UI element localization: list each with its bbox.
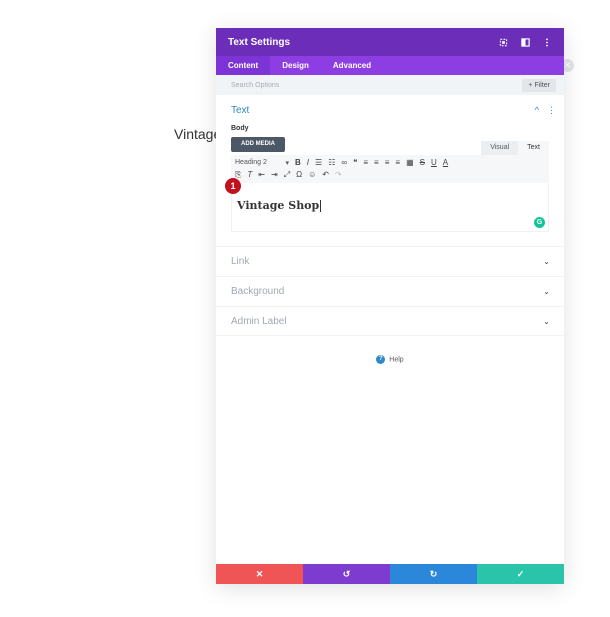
editor-mode-tabs: Visual Text: [481, 141, 549, 155]
table-icon[interactable]: ▦: [406, 157, 414, 169]
body-label: Body: [231, 125, 249, 132]
editor-toolbar: Heading 2 ▾ B I ☰ ☷ ∞ ❝ ≡ ≡ ≡ ≡ ▦ S U A ⎘…: [231, 155, 549, 183]
text-color-icon[interactable]: A: [443, 157, 448, 169]
undo-icon: ↺: [342, 568, 351, 579]
modal-tabs: Content Design Advanced: [216, 56, 564, 75]
tab-advanced[interactable]: Advanced: [321, 56, 383, 75]
settings-modal: Text Settings Content Design Advanced Se…: [216, 28, 564, 584]
chevron-down-icon[interactable]: ⌄: [543, 257, 550, 266]
undo-button[interactable]: ↺: [303, 564, 390, 584]
grammarly-icon[interactable]: G: [534, 217, 545, 228]
editor-top-bar: ADD MEDIA Visual Text: [216, 137, 564, 155]
editor-content-area[interactable]: 1 Vintage Shop G: [225, 178, 549, 232]
align-left-icon[interactable]: ≡: [363, 157, 368, 169]
align-center-icon[interactable]: ≡: [374, 157, 379, 169]
background-text: Vintage: [174, 126, 222, 142]
group-admin-label-label: Admin Label: [231, 315, 287, 327]
modal-header: Text Settings: [216, 28, 564, 56]
help-link[interactable]: ? Help: [216, 355, 564, 364]
italic-icon[interactable]: I: [307, 157, 309, 169]
format-select[interactable]: Heading 2 ▾: [235, 159, 289, 167]
emoji-icon[interactable]: ☺: [308, 169, 316, 181]
filter-button[interactable]: + Filter: [522, 78, 556, 92]
text-section-title: Text: [231, 104, 250, 116]
redo-icon: ↻: [429, 568, 438, 579]
sidebar-icon[interactable]: [520, 37, 530, 47]
strikethrough-icon[interactable]: S: [420, 157, 425, 169]
modal-title: Text Settings: [228, 36, 291, 48]
tab-content[interactable]: Content: [216, 56, 271, 75]
cancel-button[interactable]: ✕: [216, 564, 303, 584]
chevron-up-icon[interactable]: ^: [535, 105, 539, 115]
numbered-list-icon[interactable]: ☷: [328, 157, 335, 169]
omega-icon[interactable]: Ω: [296, 169, 302, 181]
chevron-down-icon[interactable]: ⌄: [543, 317, 550, 326]
underline-icon[interactable]: U: [431, 157, 437, 169]
group-link[interactable]: Link ⌄: [216, 246, 564, 276]
group-background[interactable]: Background ⌄: [216, 276, 564, 306]
group-admin-label[interactable]: Admin Label ⌄: [216, 306, 564, 336]
close-icon: ✕: [255, 568, 264, 579]
group-link-label: Link: [231, 256, 250, 267]
indent-icon[interactable]: ⇥: [271, 169, 278, 181]
dropdown-icon: ▾: [285, 160, 289, 167]
help-label: Help: [389, 356, 404, 364]
text-caret: [320, 200, 322, 212]
justify-icon[interactable]: ≡: [395, 157, 400, 169]
text-section-header[interactable]: Text ^ ⋮: [216, 95, 564, 125]
outdent-icon[interactable]: ⇤: [258, 169, 265, 181]
format-select-value: Heading 2: [235, 159, 267, 166]
heading-text: Vintage Shop: [237, 199, 320, 212]
fullscreen-icon[interactable]: ⤢: [284, 169, 290, 181]
bullet-list-icon[interactable]: ☰: [315, 157, 322, 169]
quote-icon[interactable]: ❝: [353, 157, 357, 169]
visual-tab[interactable]: Visual: [481, 141, 519, 155]
save-button[interactable]: ✓: [477, 564, 564, 584]
redo-editor-icon[interactable]: ↷: [335, 169, 342, 181]
link-icon[interactable]: ∞: [341, 157, 347, 169]
text-tab[interactable]: Text: [518, 141, 549, 155]
modal-footer: ✕ ↺ ↻ ✓: [216, 564, 564, 584]
chevron-down-icon[interactable]: ⌄: [543, 287, 550, 296]
help-icon: ?: [376, 355, 386, 364]
step-badge: 1: [225, 178, 241, 194]
redo-button[interactable]: ↻: [390, 564, 477, 584]
search-input[interactable]: Search Options: [231, 82, 522, 89]
tab-design[interactable]: Design: [270, 56, 321, 75]
section-more-icon[interactable]: ⋮: [547, 105, 556, 116]
heading-content[interactable]: Vintage Shop: [237, 199, 322, 212]
undo-editor-icon[interactable]: ↶: [322, 169, 329, 181]
expand-icon[interactable]: [498, 37, 508, 47]
align-right-icon[interactable]: ≡: [385, 157, 390, 169]
bold-icon[interactable]: B: [295, 157, 301, 169]
add-media-button[interactable]: ADD MEDIA: [231, 137, 285, 152]
check-icon: ✓: [516, 568, 525, 579]
group-background-label: Background: [231, 286, 285, 297]
search-row: Search Options + Filter: [216, 75, 564, 95]
clear-format-icon[interactable]: T: [247, 169, 252, 181]
more-icon[interactable]: [542, 37, 552, 47]
